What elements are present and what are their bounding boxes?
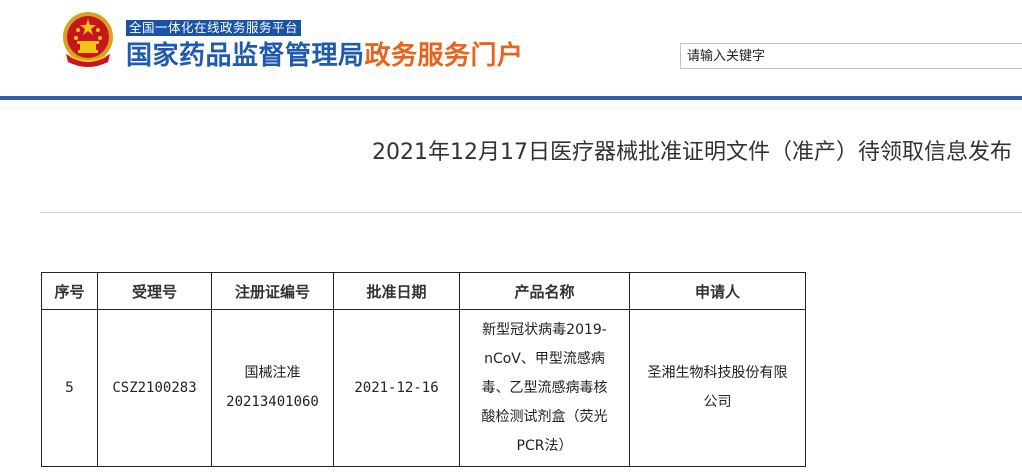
approval-date-text: 2021-12-16 [354, 379, 439, 396]
product-name-line: 毒、乙型流感病毒核 [481, 379, 608, 396]
col-header-cert-no: 注册证编号 [211, 272, 334, 310]
col-header-index: 序号 [41, 272, 98, 310]
table-row: 5 CSZ2100283 国械注准 20213401060 2021-12-16… [41, 309, 806, 467]
product-name-line: 酸检测试剂盒（荧光 [481, 408, 608, 425]
col-header-acceptance-no: 受理号 [97, 272, 212, 310]
cell-cert-no: 国械注准 20213401060 [211, 309, 334, 467]
title-divider [40, 212, 1022, 213]
product-name-line: nCoV、甲型流感病 [484, 350, 605, 367]
national-emblem-icon[interactable] [58, 10, 118, 72]
product-name-line: PCR法） [516, 437, 573, 454]
cell-approval-date: 2021-12-16 [333, 309, 460, 467]
cell-applicant: 圣湘生物科技股份有限 公司 [629, 309, 806, 467]
site-header: 全国一体化在线政务服务平台 国家药品监督管理局政务服务门户 请输入关键字 [0, 0, 1022, 96]
site-title-portal: 政务服务门户 [364, 41, 524, 71]
cell-index: 5 [41, 309, 98, 467]
applicant-line: 圣湘生物科技股份有限 [647, 365, 788, 381]
applicant-line: 公司 [703, 394, 732, 410]
platform-tag[interactable]: 全国一体化在线政务服务平台 [126, 20, 302, 36]
search-input[interactable]: 请输入关键字 [680, 43, 1022, 69]
site-title-agency: 国家药品监督管理局 [126, 41, 365, 71]
product-name-line: 新型冠状病毒2019- [482, 321, 607, 338]
header-divider [0, 96, 1022, 100]
site-title[interactable]: 国家药品监督管理局政务服务门户 [126, 38, 524, 74]
table-header-row: 序号 受理号 注册证编号 批准日期 产品名称 申请人 [41, 272, 806, 310]
cert-no-line: 20213401060 [226, 394, 319, 410]
col-header-product-name: 产品名称 [459, 272, 630, 310]
col-header-approval-date: 批准日期 [333, 272, 460, 310]
acceptance-no-text: CSZ2100283 [112, 379, 197, 396]
cell-product-name: 新型冠状病毒2019- nCoV、甲型流感病 毒、乙型流感病毒核 酸检测试剂盒（… [459, 309, 630, 467]
cell-acceptance-no: CSZ2100283 [97, 309, 212, 467]
cert-no-line: 国械注准 [244, 365, 301, 381]
col-header-applicant: 申请人 [629, 272, 806, 310]
page-title: 2021年12月17日医疗器械批准证明文件（准产）待领取信息发布 [372, 140, 1012, 165]
approval-table: 序号 受理号 注册证编号 批准日期 产品名称 申请人 5 CSZ2100283 … [41, 272, 806, 467]
